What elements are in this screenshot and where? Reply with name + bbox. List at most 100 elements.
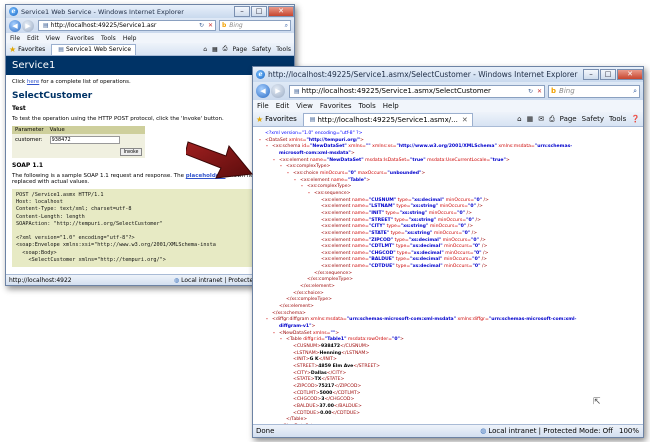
xml-token: /> [479, 237, 486, 243]
address-bar[interactable]: ▤ http://localhost:49225/Service1.asmx/S… [289, 84, 545, 98]
browser-tab[interactable]: ▤ Service1 Web Service [51, 43, 137, 55]
xml-token: <xs:element [321, 264, 352, 270]
menu-favorites[interactable]: Favorites [320, 102, 352, 110]
menu-help[interactable]: Help [123, 35, 137, 42]
menu-view[interactable]: View [46, 35, 60, 42]
home-icon[interactable]: ⌂ [517, 115, 521, 123]
xml-token: 37.00 [319, 403, 334, 409]
xml-token: <xs:element [321, 250, 352, 256]
maximize-button[interactable]: □ [251, 6, 267, 17]
xml-token: "CUSNUM" [368, 197, 397, 203]
operations-text: Click here for a complete list of operat… [12, 79, 131, 85]
page-menu[interactable]: Page [232, 46, 247, 53]
xml-line: <xs:element name="CDTDUE" type="xs:decim… [259, 264, 637, 271]
search-input[interactable]: b Bing ⌕ [548, 84, 640, 98]
favorites-button[interactable]: Favorites [265, 115, 297, 123]
address-bar[interactable]: ▤ http://localhost:49225/Service1.asr ↻ … [38, 20, 216, 31]
xml-token: "xs:string" [410, 204, 439, 210]
xml-token: </BALDUE> [333, 403, 362, 409]
close-button[interactable]: ✕ [268, 6, 294, 17]
menu-view[interactable]: View [296, 102, 313, 110]
menu-file[interactable]: File [257, 102, 269, 110]
tools-menu[interactable]: Tools [276, 46, 291, 53]
title-bar: e Service1 Web Service - Windows Interne… [6, 5, 294, 18]
xml-token: > [366, 177, 371, 183]
favorites-bar: ★ Favorites ▤ http://localhost:49225/Ser… [253, 112, 643, 127]
xml-token: minOccurs= [443, 250, 474, 256]
xml-line: - <xs:complexType> [259, 184, 637, 191]
browser-tab[interactable]: ▤ http://localhost:49225/Service1.asmx/.… [302, 112, 473, 126]
stop-icon[interactable]: ✕ [537, 88, 542, 95]
xml-token: <xs:element [321, 230, 352, 236]
print-icon[interactable]: ⎙ [223, 45, 228, 53]
page-icon: ▤ [294, 87, 300, 95]
forward-button[interactable]: ▶ [271, 84, 285, 98]
xml-token: 938472 [320, 344, 341, 349]
feeds-icon[interactable]: ▦ [527, 115, 534, 123]
menu-edit[interactable]: Edit [276, 102, 290, 110]
xml-token: /> [474, 217, 481, 223]
mail-icon[interactable]: ✉ [538, 115, 544, 123]
close-button[interactable]: ✕ [617, 69, 643, 80]
xml-token: "0" [474, 197, 483, 203]
maximize-button[interactable]: □ [600, 69, 616, 80]
xml-token: name= [351, 217, 369, 223]
zoom-level[interactable]: 100% [619, 427, 643, 435]
tools-menu[interactable]: Tools [609, 115, 626, 123]
minimize-button[interactable]: – [583, 69, 599, 80]
menu-tools[interactable]: Tools [101, 35, 116, 42]
refresh-icon[interactable]: ↻ [528, 88, 533, 95]
operations-link[interactable]: here [27, 79, 39, 85]
xml-token: /> [480, 244, 488, 250]
xml-token: xmlns= [312, 330, 331, 336]
print-icon[interactable]: ⎙ [549, 115, 555, 124]
xml-token: "Table" [347, 177, 367, 183]
back-button[interactable]: ◀ [9, 19, 21, 32]
back-button[interactable]: ◀ [256, 84, 270, 98]
home-icon[interactable]: ⌂ [203, 46, 207, 53]
xml-token: /> [481, 250, 489, 256]
xml-token: "BALDUE" [368, 257, 395, 263]
mouse-cursor-icon: ⇱ [593, 397, 601, 407]
xml-token: xmlns= [346, 144, 366, 150]
xml-line: <?xml version="1.0" encoding="utf-8" ?> [259, 131, 637, 138]
search-input[interactable]: b Bing ⌕ [219, 20, 291, 31]
xml-token: > [360, 137, 364, 143]
safety-menu[interactable]: Safety [582, 115, 604, 123]
feeds-icon[interactable]: ▦ [212, 46, 218, 53]
refresh-icon[interactable]: ↻ [199, 22, 204, 29]
tab-close-icon[interactable]: ✕ [462, 116, 468, 124]
menu-tools[interactable]: Tools [359, 102, 376, 110]
xml-token: <DataSet [265, 137, 289, 143]
menu-help[interactable]: Help [383, 102, 399, 110]
favorites-button[interactable]: Favorites [18, 46, 45, 53]
xml-line: microsoft-com:xml-msdata"> [259, 151, 637, 158]
minimize-button[interactable]: – [234, 6, 250, 17]
xml-token: <STREET> [293, 363, 319, 369]
xml-token: name= [351, 257, 369, 263]
search-icon[interactable]: ⌕ [285, 22, 290, 30]
page-menu[interactable]: Page [560, 115, 577, 123]
menu-file[interactable]: File [10, 35, 20, 42]
window-title: Service1 Web Service - Windows Internet … [21, 7, 184, 16]
xml-token: </CDTLMT> [332, 390, 361, 396]
xml-token: "xs:string" [404, 230, 433, 236]
search-icon[interactable]: ⌕ [633, 87, 639, 96]
xml-token: "STREET" [368, 217, 393, 223]
xml-token: "NewDataSet" [326, 157, 364, 163]
forward-button[interactable]: ▶ [22, 19, 34, 32]
xml-line: diffgram-v1"> [259, 324, 637, 331]
tab-label: Service1 Web Service [65, 46, 132, 53]
invoke-button[interactable]: Invoke [119, 148, 143, 156]
menu-edit[interactable]: Edit [27, 35, 39, 42]
xml-token: <CHGCOD> [293, 397, 322, 403]
tab-label: http://localhost:49225/Service1.asmx/... [317, 115, 458, 124]
stop-icon[interactable]: ✕ [208, 22, 213, 29]
help-icon[interactable]: ❓ [631, 115, 640, 123]
customer-input[interactable]: 938472 [49, 136, 120, 144]
menu-favorites[interactable]: Favorites [67, 35, 94, 42]
xml-token: "xs:decimal" [409, 257, 443, 263]
safety-menu[interactable]: Safety [252, 46, 271, 53]
xml-token: "NewDataSet" [309, 144, 347, 150]
xml-token: "CDTDUE" [368, 264, 395, 270]
